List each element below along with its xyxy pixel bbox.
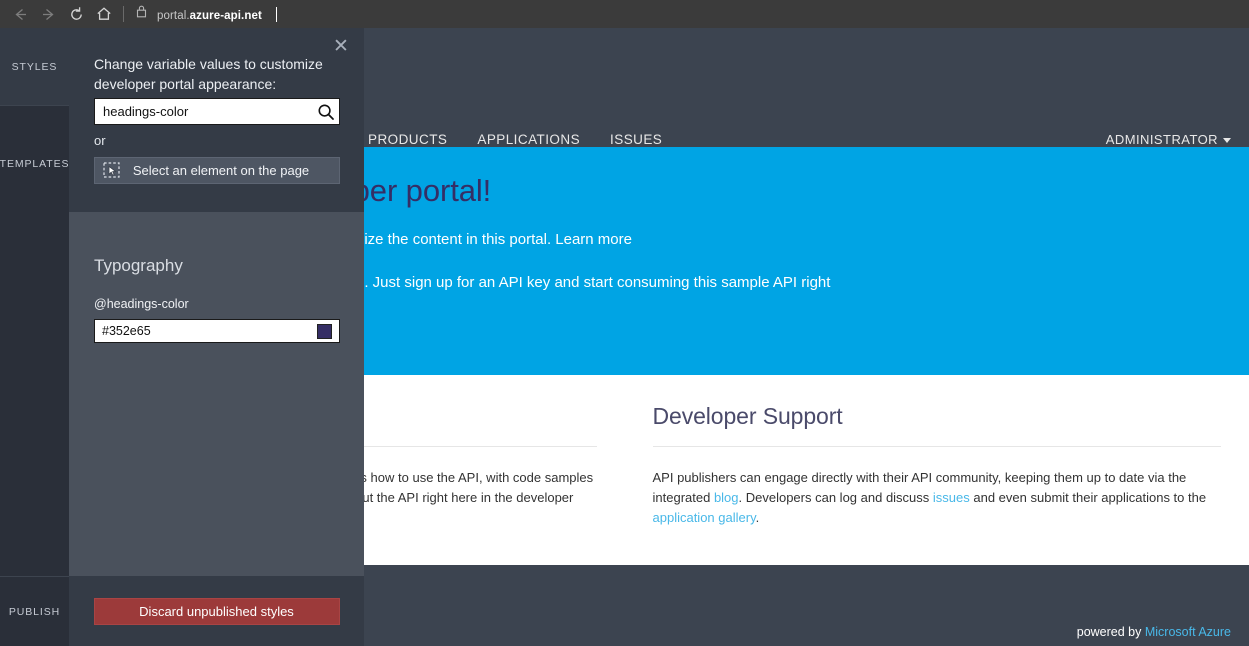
account-menu[interactable]: ADMINISTRATOR	[1106, 132, 1231, 147]
discard-unpublished-styles-button[interactable]: Discard unpublished styles	[94, 598, 340, 625]
application-gallery-link[interactable]: application gallery	[653, 510, 756, 525]
nav-item-applications[interactable]: APPLICATIONS	[477, 132, 580, 147]
editor-top-section: ✕ Change variable values to customize de…	[69, 28, 364, 212]
body-text-4: .	[756, 510, 760, 525]
select-element-label: Select an element on the page	[129, 163, 339, 178]
nav-item-products[interactable]: PRODUCTS	[368, 132, 447, 147]
back-button[interactable]	[6, 0, 34, 28]
divider	[653, 446, 1222, 447]
toolbar-divider	[123, 6, 124, 22]
nav-item-issues[interactable]: ISSUES	[610, 132, 662, 147]
home-button[interactable]	[90, 0, 118, 28]
rail-tab-templates-label: TEMPLATES	[0, 158, 69, 170]
url-prefix: portal.	[157, 10, 190, 22]
url-host: azure-api.net	[190, 10, 262, 22]
headings-color-input[interactable]	[95, 324, 317, 338]
editor-rail: STYLES TEMPLATES PUBLISH	[0, 28, 69, 646]
rail-tab-templates[interactable]: TEMPLATES	[0, 105, 69, 222]
screen: portal.azure-api.net PRODUCTS APPLICATIO…	[0, 0, 1249, 646]
headings-color-field[interactable]	[94, 319, 340, 343]
text-cursor	[276, 7, 277, 22]
body-text-3: and even submit their applications to th…	[970, 490, 1206, 505]
microsoft-azure-link[interactable]: Microsoft Azure	[1145, 625, 1231, 639]
powered-by-prefix: powered by	[1077, 625, 1145, 639]
refresh-button[interactable]	[62, 0, 90, 28]
chevron-down-icon	[1223, 138, 1231, 143]
editor-publish-section: Discard unpublished styles	[69, 576, 364, 646]
forward-button[interactable]	[34, 0, 62, 28]
rail-tab-publish[interactable]: PUBLISH	[0, 576, 69, 646]
element-picker-icon	[95, 158, 129, 183]
rail-tab-styles-label: STYLES	[12, 61, 58, 73]
arrow-right-icon	[40, 6, 57, 23]
developer-support-title: Developer Support	[653, 403, 1222, 430]
address-bar[interactable]: portal.azure-api.net	[157, 7, 277, 22]
blog-link[interactable]: blog	[714, 490, 739, 505]
issues-link[interactable]: issues	[933, 490, 970, 505]
rail-tab-publish-label: PUBLISH	[9, 606, 60, 618]
browser-toolbar: portal.azure-api.net	[0, 0, 1249, 28]
body-text-2: . Developers can log and discuss	[739, 490, 933, 505]
lock-icon	[135, 4, 148, 24]
style-editor-panel: STYLES TEMPLATES PUBLISH ✕ Change variab…	[0, 28, 364, 646]
editor-description: Change variable values to customize deve…	[94, 55, 346, 94]
site-security-button[interactable]	[131, 0, 151, 28]
or-label: or	[94, 133, 106, 148]
column-developer-support: Developer Support API publishers can eng…	[625, 375, 1249, 565]
arrow-left-icon	[12, 6, 29, 23]
portal-nav-links: PRODUCTS APPLICATIONS ISSUES	[368, 132, 662, 147]
close-icon[interactable]: ✕	[330, 35, 352, 57]
developer-support-body: API publishers can engage directly with …	[653, 468, 1222, 528]
rail-tab-styles[interactable]: STYLES	[0, 28, 69, 105]
color-swatch[interactable]	[317, 324, 332, 339]
powered-by-text: powered by Microsoft Azure	[1077, 625, 1231, 639]
headings-color-label: @headings-color	[94, 297, 189, 311]
variable-search-field[interactable]	[94, 98, 340, 125]
search-input[interactable]	[95, 104, 313, 119]
typography-title: Typography	[94, 256, 183, 276]
account-label: ADMINISTRATOR	[1106, 132, 1218, 147]
refresh-icon	[68, 6, 85, 23]
home-icon	[95, 5, 113, 23]
search-icon[interactable]	[313, 99, 339, 124]
select-element-button[interactable]: Select an element on the page	[94, 157, 340, 184]
editor-variables-section: Typography @headings-color	[69, 212, 364, 576]
